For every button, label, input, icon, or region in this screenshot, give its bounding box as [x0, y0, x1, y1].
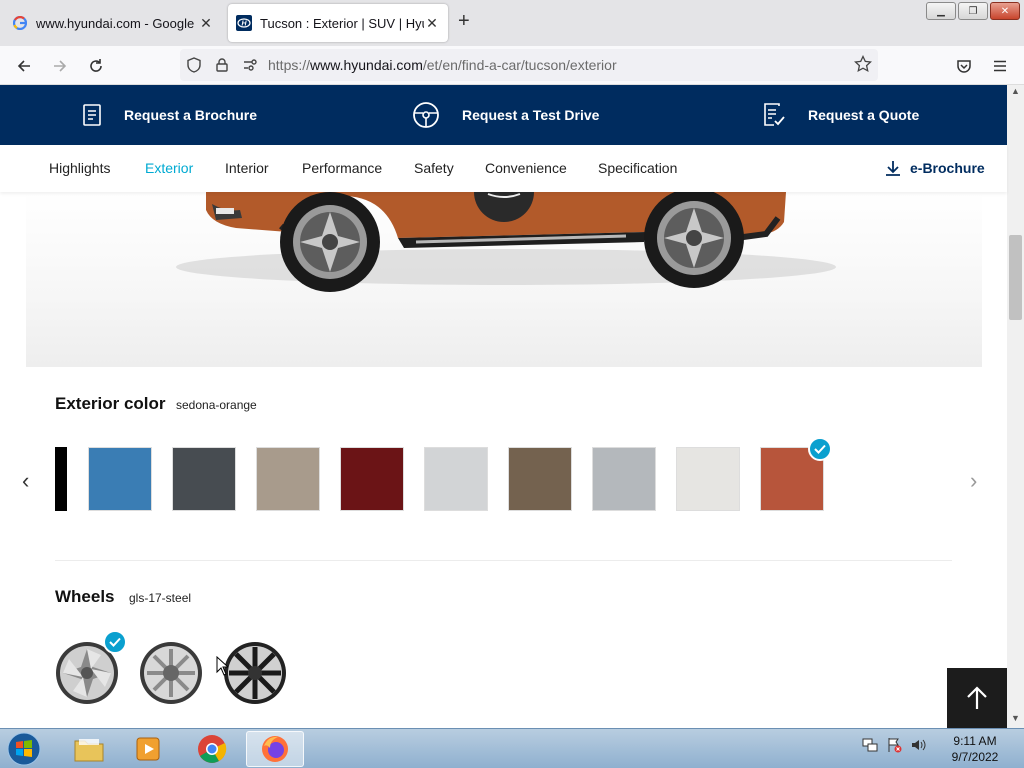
cta-label: Request a Brochure	[124, 107, 258, 123]
cta-bar: Request a Brochure Request a Test Drive …	[0, 85, 1007, 145]
taskbar-explorer[interactable]	[60, 731, 118, 767]
taskbar-clock[interactable]: 9:11 AM 9/7/2022	[940, 733, 1010, 765]
rear-wheel	[644, 192, 744, 288]
chrome-icon	[198, 735, 227, 763]
close-tab-icon[interactable]: ✕	[198, 15, 214, 32]
tab-title: Tucson : Exterior | SUV | Hyunda	[260, 15, 424, 31]
tab-title: www.hyundai.com - Google Sea	[36, 15, 198, 31]
color-swatch[interactable]	[256, 447, 320, 511]
quote-icon	[764, 103, 785, 126]
color-prev-arrow-icon[interactable]: ‹	[22, 468, 29, 494]
front-wheel	[280, 192, 380, 292]
system-tray	[862, 737, 926, 753]
steering-wheel-icon	[413, 102, 439, 128]
reload-icon[interactable]	[84, 54, 108, 78]
browser-tab-bar: www.hyundai.com - Google Sea ✕ H Tucson …	[0, 0, 1024, 46]
firefox-icon	[262, 736, 288, 762]
lock-icon[interactable]	[208, 58, 236, 72]
windows-logo-icon	[7, 732, 41, 766]
wheel-option-3[interactable]	[223, 641, 287, 705]
cta-label: Request a Quote	[808, 107, 920, 123]
car-image	[176, 192, 836, 292]
subnav-item-specification[interactable]: Specification	[598, 160, 677, 176]
subnav-item-performance[interactable]: Performance	[302, 160, 382, 176]
permissions-icon[interactable]	[236, 58, 264, 72]
google-icon	[12, 15, 28, 31]
wheel-icon	[140, 642, 202, 704]
page-scrollbar[interactable]	[1007, 85, 1024, 728]
hyundai-icon: H	[236, 15, 252, 31]
browser-nav-bar: https://www.hyundai.com/et/en/find-a-car…	[0, 46, 1024, 85]
arrow-up-icon	[967, 686, 987, 709]
start-button[interactable]	[4, 731, 44, 767]
color-swatch[interactable]	[676, 447, 740, 511]
color-swatch[interactable]	[55, 447, 67, 511]
subnav-item-highlights[interactable]: Highlights	[49, 160, 110, 176]
minimize-icon[interactable]: ▁	[926, 2, 956, 20]
clock-date: 9/7/2022	[951, 750, 999, 764]
scrollbar-thumb[interactable]	[1009, 235, 1022, 320]
exterior-color-selected: sedona-orange	[176, 398, 257, 412]
menu-icon[interactable]	[988, 54, 1012, 78]
e-brochure-label: e-Brochure	[910, 160, 985, 176]
request-quote-button[interactable]: Request a Quote	[762, 85, 919, 145]
scroll-down-icon[interactable]: ▼	[1007, 713, 1024, 727]
e-brochure-button[interactable]: e-Brochure	[884, 159, 985, 177]
subnav-item-interior[interactable]: Interior	[225, 160, 269, 176]
request-brochure-button[interactable]: Request a Brochure	[82, 85, 257, 145]
url-bar[interactable]: https://www.hyundai.com/et/en/find-a-car…	[180, 49, 878, 81]
pocket-icon[interactable]	[952, 54, 976, 78]
mouse-cursor-icon	[216, 656, 228, 676]
car-360-viewer[interactable]	[26, 192, 982, 367]
color-swatch[interactable]	[88, 447, 152, 511]
download-icon	[886, 161, 900, 176]
color-next-arrow-icon[interactable]: ›	[970, 468, 977, 494]
subnav-item-exterior[interactable]: Exterior	[145, 160, 193, 176]
shield-icon[interactable]	[180, 57, 208, 73]
new-tab-icon[interactable]: +	[458, 10, 470, 33]
color-swatch[interactable]	[340, 447, 404, 511]
selected-check-icon	[808, 437, 832, 461]
taskbar-firefox[interactable]	[246, 731, 304, 767]
url-text: https://www.hyundai.com/et/en/find-a-car…	[268, 57, 617, 73]
wheels-title: Wheels	[55, 587, 115, 606]
subnav-item-safety[interactable]: Safety	[414, 160, 454, 176]
subnav-item-convenience[interactable]: Convenience	[485, 160, 567, 176]
window-close-icon[interactable]: ✕	[990, 2, 1020, 20]
section-divider	[55, 560, 952, 561]
request-test-drive-button[interactable]: Request a Test Drive	[412, 85, 599, 145]
back-to-top-button[interactable]	[947, 668, 1007, 728]
tab-tucson-exterior[interactable]: H Tucson : Exterior | SUV | Hyunda ✕	[228, 4, 448, 42]
bookmark-star-icon[interactable]	[854, 54, 872, 78]
back-icon[interactable]	[12, 54, 36, 78]
close-tab-icon[interactable]: ✕	[424, 15, 440, 32]
color-swatch[interactable]	[424, 447, 488, 511]
taskbar-media-player[interactable]	[119, 731, 177, 767]
wheel-icon	[224, 642, 286, 704]
network-icon[interactable]	[862, 737, 878, 753]
tab-google[interactable]: www.hyundai.com - Google Sea ✕	[4, 4, 222, 42]
color-swatch[interactable]	[508, 447, 572, 511]
windows-taskbar: 9:11 AM 9/7/2022	[0, 728, 1024, 768]
scroll-up-icon[interactable]: ▲	[1007, 86, 1024, 100]
color-swatch[interactable]	[592, 447, 656, 511]
action-center-flag-icon[interactable]	[886, 737, 902, 753]
folder-icon	[74, 739, 104, 762]
taskbar-chrome[interactable]	[183, 731, 241, 767]
volume-icon[interactable]	[910, 737, 926, 753]
selected-check-icon	[103, 630, 127, 654]
exterior-color-title: Exterior color	[55, 394, 166, 413]
forward-icon[interactable]	[48, 54, 72, 78]
wheels-selected: gls-17-steel	[129, 591, 192, 605]
brochure-icon	[83, 104, 101, 126]
wheel-option-2[interactable]	[139, 641, 203, 705]
cta-label: Request a Test Drive	[462, 107, 600, 123]
media-player-icon	[136, 737, 160, 761]
clock-time: 9:11 AM	[953, 734, 997, 748]
color-swatch[interactable]	[172, 447, 236, 511]
restore-icon[interactable]: ❐	[958, 2, 988, 20]
model-subnav: Highlights Exterior Interior Performance…	[0, 145, 1007, 192]
